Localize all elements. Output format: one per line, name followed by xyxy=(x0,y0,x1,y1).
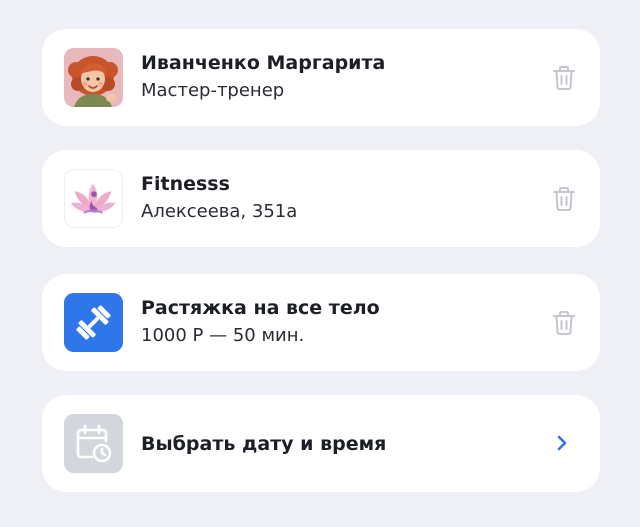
service-card[interactable]: Растяжка на все тело 1000 Р — 50 мин. xyxy=(42,274,600,371)
studio-address: Алексеева, 351а xyxy=(141,201,298,222)
dumbbell-icon xyxy=(64,293,123,352)
studio-card[interactable]: Fitnesss Алексеева, 351а xyxy=(42,150,600,247)
trash-icon[interactable] xyxy=(552,186,576,212)
trainer-role: Мастер-тренер xyxy=(141,80,285,101)
lotus-logo xyxy=(64,169,123,228)
service-name: Растяжка на все тело xyxy=(141,297,380,319)
trainer-card[interactable]: Иванченко Маргарита Мастер-тренер xyxy=(42,29,600,126)
calendar-clock-icon xyxy=(64,414,123,473)
chevron-right-icon[interactable] xyxy=(554,433,570,453)
trash-icon[interactable] xyxy=(552,310,576,336)
trainer-avatar xyxy=(64,48,123,107)
choose-datetime-label: Выбрать дату и время xyxy=(141,433,387,455)
choose-datetime-card[interactable]: Выбрать дату и время xyxy=(42,395,600,492)
trainer-name: Иванченко Маргарита xyxy=(141,52,386,74)
trash-icon[interactable] xyxy=(552,65,576,91)
studio-name: Fitnesss xyxy=(141,173,230,195)
service-price-duration: 1000 Р — 50 мин. xyxy=(141,325,305,346)
